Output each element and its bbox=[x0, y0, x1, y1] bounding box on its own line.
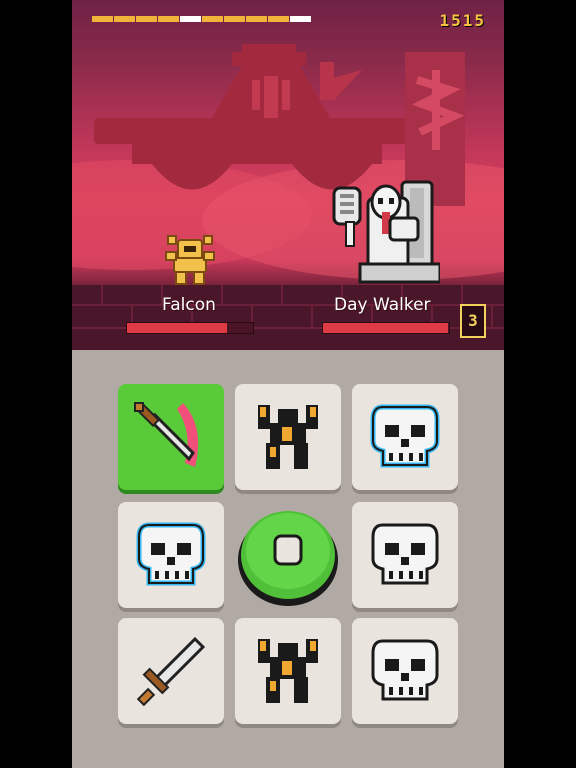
warrior-tile[interactable] bbox=[235, 618, 341, 724]
player-health-fill bbox=[127, 323, 227, 333]
skull-tile[interactable] bbox=[352, 618, 458, 724]
shielded-skull-tile[interactable] bbox=[118, 502, 224, 608]
energy-segment bbox=[114, 16, 135, 22]
sword-strike-tile[interactable] bbox=[118, 384, 224, 490]
day-walker-enemy-sprite bbox=[332, 180, 440, 284]
falcon-player-sprite bbox=[165, 235, 215, 285]
player-name: Falcon bbox=[162, 295, 216, 315]
sword-slash-icon bbox=[134, 402, 199, 467]
energy-segment bbox=[92, 16, 113, 22]
score-counter: 1515 bbox=[439, 11, 486, 30]
tile-board bbox=[72, 352, 504, 768]
enemy-name: Day Walker bbox=[334, 295, 431, 315]
enemy-health-fill bbox=[323, 323, 448, 333]
battle-background bbox=[72, 44, 504, 350]
energy-segment bbox=[290, 16, 311, 22]
center-action-button[interactable] bbox=[235, 502, 341, 608]
energy-bar bbox=[92, 16, 311, 22]
warrior-tile[interactable] bbox=[235, 384, 341, 490]
pointing-hand-ornament bbox=[320, 62, 362, 100]
turn-counter-hourglass: 3 bbox=[460, 304, 486, 338]
skull-icon bbox=[371, 523, 439, 585]
shielded-skull-icon bbox=[136, 522, 206, 586]
shielded-skull-icon bbox=[370, 404, 440, 468]
energy-segment bbox=[136, 16, 157, 22]
sword-icon bbox=[136, 636, 206, 707]
energy-segment bbox=[180, 16, 201, 22]
warrior-icon bbox=[258, 639, 318, 703]
warrior-icon bbox=[258, 405, 318, 469]
energy-segment bbox=[224, 16, 245, 22]
game-screen: 1515 Falcon Day Walker 3 bbox=[72, 0, 504, 768]
skull-icon bbox=[371, 639, 439, 701]
energy-segment bbox=[202, 16, 223, 22]
battle-scene: 1515 Falcon Day Walker 3 bbox=[72, 0, 504, 350]
energy-segment bbox=[158, 16, 179, 22]
sword-tile[interactable] bbox=[118, 618, 224, 724]
skull-tile[interactable] bbox=[352, 502, 458, 608]
center-button-slot bbox=[235, 502, 341, 608]
enemy-health-bar bbox=[322, 322, 450, 334]
energy-segment bbox=[246, 16, 267, 22]
player-health-bar bbox=[126, 322, 254, 334]
shielded-skull-tile[interactable] bbox=[352, 384, 458, 490]
energy-segment bbox=[268, 16, 289, 22]
